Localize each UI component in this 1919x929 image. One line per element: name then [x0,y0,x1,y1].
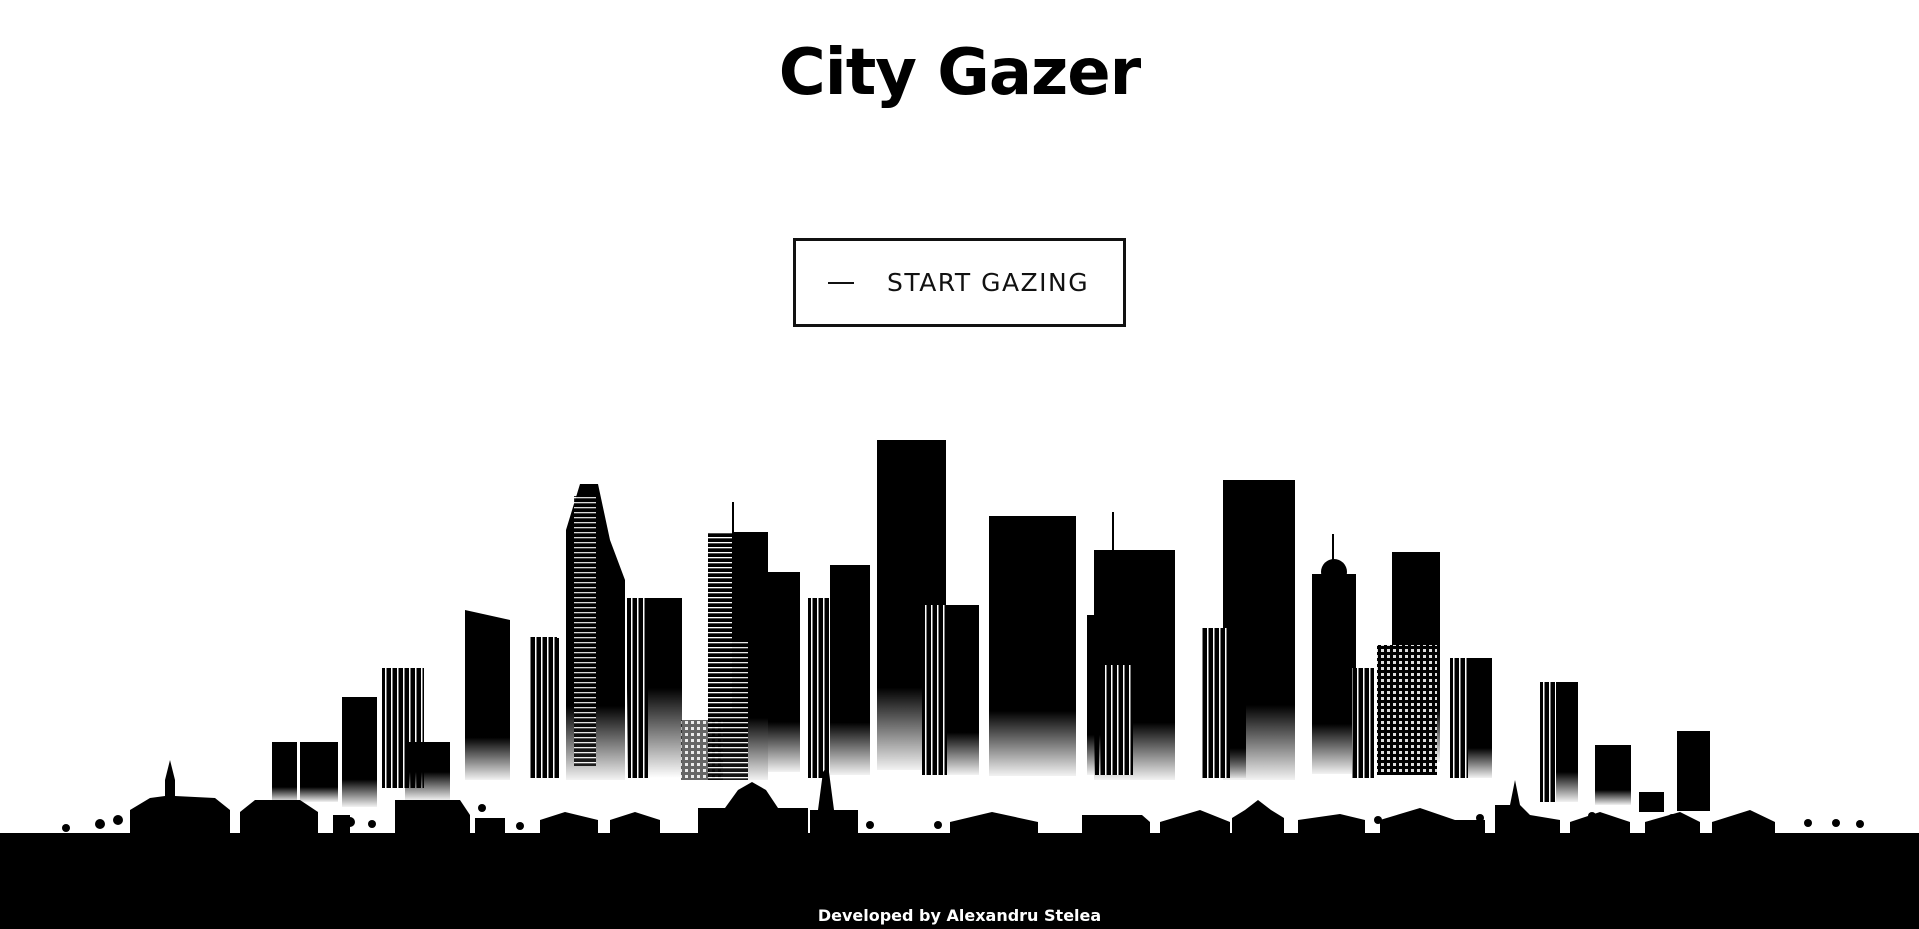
start-gazing-button[interactable]: START GAZING [793,238,1126,327]
city-skyline-illustration [0,440,1919,840]
developer-credit: Developed by Alexandru Stelea [817,906,1102,925]
landing-page: City Gazer START GAZING Developed by Ale… [0,0,1919,929]
skyline-towers [272,440,1710,812]
start-gazing-label: START GAZING [887,268,1090,297]
page-title: City Gazer [778,36,1141,110]
dash-icon [828,281,854,284]
